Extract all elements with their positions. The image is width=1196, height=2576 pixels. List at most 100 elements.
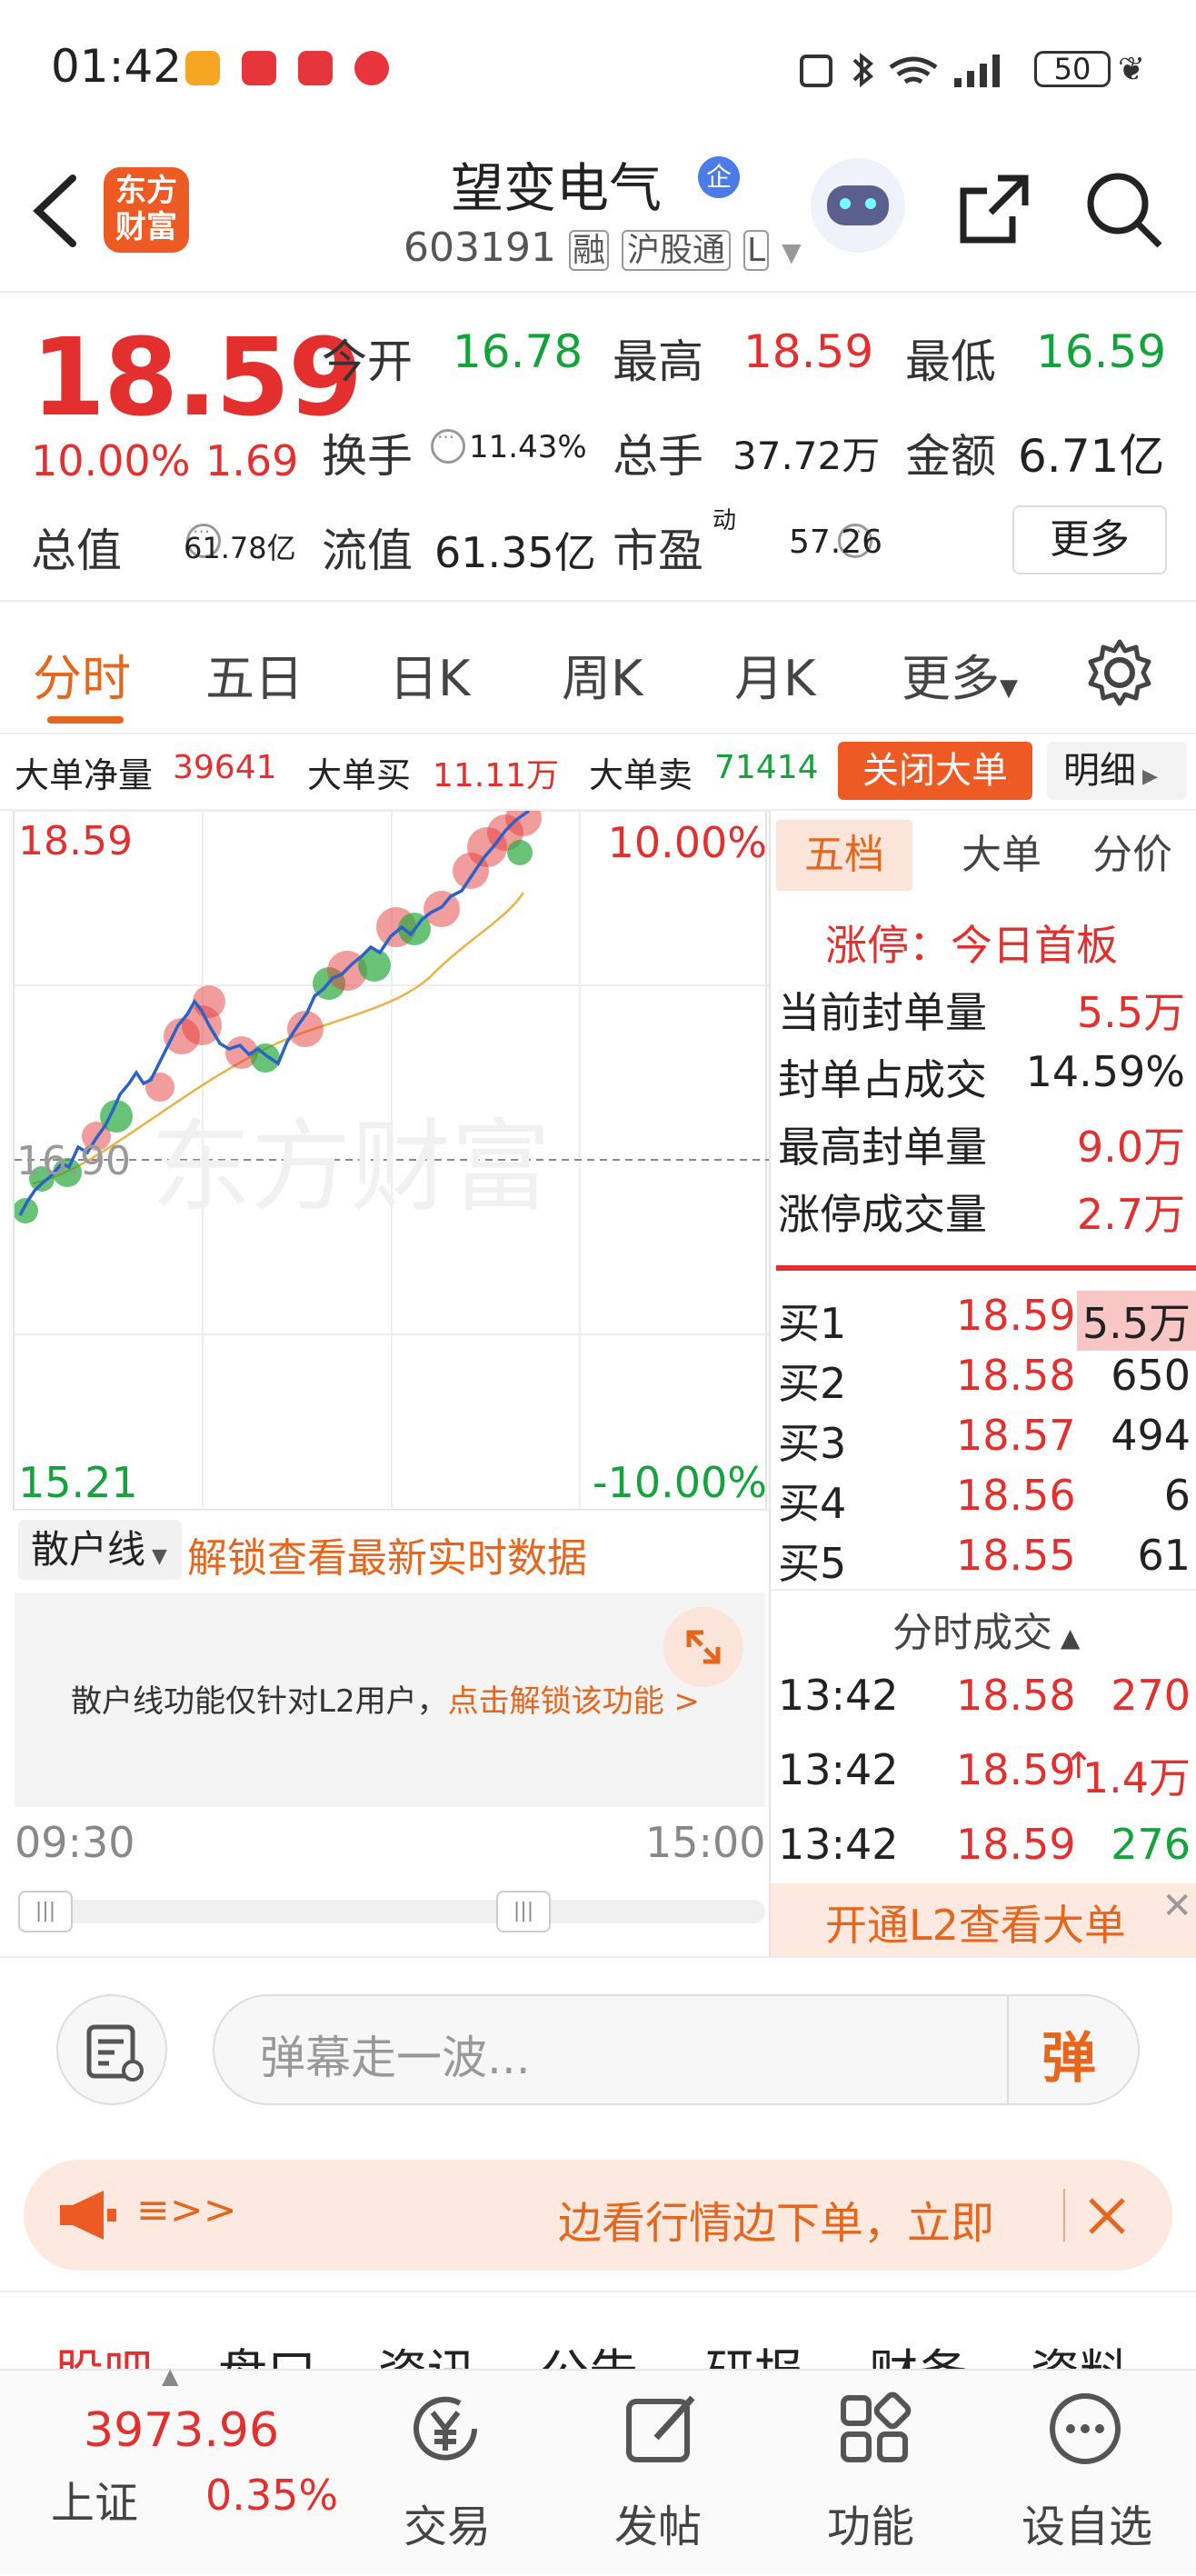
tab-news[interactable]: 资讯 [378, 2332, 476, 2372]
tick-row: 13:42 18.59 ↑ 1.4万 [778, 1745, 1196, 1805]
info-icon[interactable] [431, 426, 465, 464]
app-icon [354, 51, 389, 85]
retail-line-select[interactable]: 散户线 ▼ [18, 1520, 182, 1580]
l2-notice: 散户线功能仅针对L2用户，点击解锁该功能 > [71, 1676, 700, 1721]
more-button[interactable]: 更多 [1012, 505, 1167, 574]
danmu-settings-icon[interactable] [56, 1994, 167, 2105]
bid-label: 买3 [778, 1419, 847, 1468]
share-icon[interactable] [956, 171, 1032, 247]
unlock-feature-link[interactable]: 点击解锁该功能 > [448, 1683, 700, 1720]
volume-value: 37.72万 [733, 434, 881, 478]
watermark: 东方财富 [151, 1109, 551, 1225]
tag-more: L [743, 230, 770, 271]
bid-label: 买5 [778, 1539, 847, 1588]
chevron-down-icon[interactable]: ▼ [782, 237, 802, 267]
stock-name: 望变电气 [451, 157, 663, 219]
retail-line-label: 散户线 [31, 1527, 146, 1572]
axis-bottom-price: 15.21 [18, 1458, 138, 1507]
nav-post-label[interactable]: 发帖 [614, 2491, 702, 2554]
bid-row[interactable]: 买2 18.58 650 [778, 1351, 1196, 1411]
tab-big-orders[interactable]: 大单 [938, 820, 1065, 891]
tab-daily-k[interactable]: 日K [389, 638, 470, 710]
nav-functions-label[interactable]: 功能 [827, 2491, 914, 2554]
tick-price: 18.58 [956, 1671, 1076, 1720]
ticks-header[interactable]: 分时成交 ▲ [892, 1600, 1080, 1658]
tab-profile[interactable]: 资料 [1031, 2332, 1129, 2372]
unlock-realtime-link[interactable]: 解锁查看最新实时数据 [187, 1525, 587, 1583]
change-percent: 10.00% [31, 436, 191, 485]
tab-monthly-k[interactable]: 月K [734, 638, 815, 710]
megaphone-icon [60, 2191, 116, 2240]
tab-five-levels[interactable]: 五档 [776, 820, 912, 891]
close-icon[interactable]: ✕ [1161, 1885, 1192, 1927]
divider [1063, 2189, 1065, 2242]
index-ticker[interactable]: ▲ 3973.96 上证 0.35% [0, 2363, 354, 2576]
settings-gear-icon[interactable] [1085, 638, 1154, 707]
nav-add-watchlist-label[interactable]: 设自选 [1022, 2491, 1152, 2554]
nav-trade-label[interactable]: 交易 [404, 2491, 491, 2554]
detail-button[interactable]: 明细 ▶ [1047, 742, 1187, 800]
more-dots-icon[interactable] [1040, 2383, 1131, 2474]
net-volume-label: 大单净量 [15, 755, 154, 795]
signal-icons [800, 52, 1000, 88]
pe-label: 市盈 [613, 524, 703, 577]
bid-price: 18.58 [956, 1351, 1076, 1400]
tab-more[interactable]: 更多▼ [902, 638, 1018, 710]
index-percent: 0.35% [205, 2471, 339, 2520]
big-sell-label: 大单卖 [589, 755, 693, 795]
tab-order-book[interactable]: 盘口 [218, 2332, 316, 2372]
l2-notice-text: 散户线功能仅针对L2用户， [71, 1683, 448, 1720]
battery-icon: 50 [1034, 51, 1111, 87]
search-icon[interactable] [1083, 169, 1165, 251]
axis-top-price: 18.59 [18, 818, 133, 864]
bid-price: 18.55 [956, 1531, 1076, 1580]
last-price: 18.59 [31, 315, 363, 440]
tab-five-day[interactable]: 五日 [205, 638, 304, 710]
tick-row: 13:42 18.59 276 [778, 1820, 1196, 1880]
danmu-input[interactable]: 弹幕走一波... 弹 [213, 1994, 1140, 2105]
stat-value: 5.5万 [1076, 988, 1185, 1037]
pe-superscript: 动 [713, 507, 737, 534]
bottom-bar: ▲ 3973.96 上证 0.35% 交易 发帖 功能 设自选 [0, 2363, 1196, 2576]
tab-weekly-k[interactable]: 周K [562, 638, 643, 710]
low-label: 最低 [905, 335, 996, 388]
bid-row[interactable]: 买3 18.57 494 [778, 1411, 1196, 1471]
functions-grid-icon[interactable] [829, 2383, 920, 2474]
tick-price: 18.59 [956, 1745, 1076, 1794]
time-range-slider[interactable]: ||| ||| [18, 1891, 765, 1932]
close-icon[interactable] [1085, 2194, 1129, 2238]
back-icon[interactable] [27, 173, 82, 249]
bid-row[interactable]: 买4 18.56 6 [778, 1471, 1196, 1531]
trade-promo-banner[interactable]: ≡>> 边看行情边下单，立即 [24, 2160, 1172, 2271]
expand-icon[interactable] [663, 1607, 743, 1687]
close-big-order-button[interactable]: 关闭大单 [838, 742, 1032, 800]
tab-announcements[interactable]: 公告 [540, 2332, 638, 2372]
app-logo[interactable]: 东方 财富 [104, 167, 189, 253]
amount-value: 6.71亿 [1018, 430, 1165, 483]
bid-volume: 494 [1111, 1411, 1191, 1460]
l2-promo-bar[interactable]: 开通L2查看大单 ✕ [771, 1883, 1196, 1956]
trade-yen-icon[interactable] [400, 2383, 491, 2474]
tab-intraday[interactable]: 分时 [33, 638, 131, 710]
volume-label: 总手 [613, 430, 703, 483]
stock-code: 603191 [404, 225, 556, 271]
bid-row[interactable]: 买1 18.59 5.5万 [778, 1291, 1196, 1351]
leaf-icon: ❦ [1118, 51, 1146, 88]
slider-left-handle[interactable]: ||| [18, 1891, 73, 1932]
post-edit-icon[interactable] [616, 2383, 707, 2474]
tab-research[interactable]: 研报 [705, 2332, 803, 2372]
banner-text: 边看行情边下单，立即 [558, 2198, 995, 2249]
bid-row[interactable]: 买5 18.55 61 [778, 1531, 1196, 1591]
robot-assistant-icon[interactable] [811, 158, 905, 253]
tab-financials[interactable]: 财务 [869, 2332, 967, 2372]
intraday-chart[interactable]: 东方财富 18.59 10.00% 16.90 15.21 -10.00% [13, 811, 769, 1511]
tab-more-label: 更多 [902, 650, 1000, 707]
limit-up-title: 涨停：今日首板 [825, 921, 1118, 970]
tab-price-distribution[interactable]: 分价 [1069, 820, 1196, 891]
tag-connect: 沪股通 [621, 230, 731, 271]
danmu-send-button[interactable]: 弹 [1042, 2014, 1096, 2093]
app-notification-icon [185, 51, 220, 85]
tab-forum[interactable]: 股吧 [55, 2332, 153, 2372]
slider-right-handle[interactable]: ||| [496, 1891, 551, 1932]
amount-label: 金额 [905, 430, 996, 483]
